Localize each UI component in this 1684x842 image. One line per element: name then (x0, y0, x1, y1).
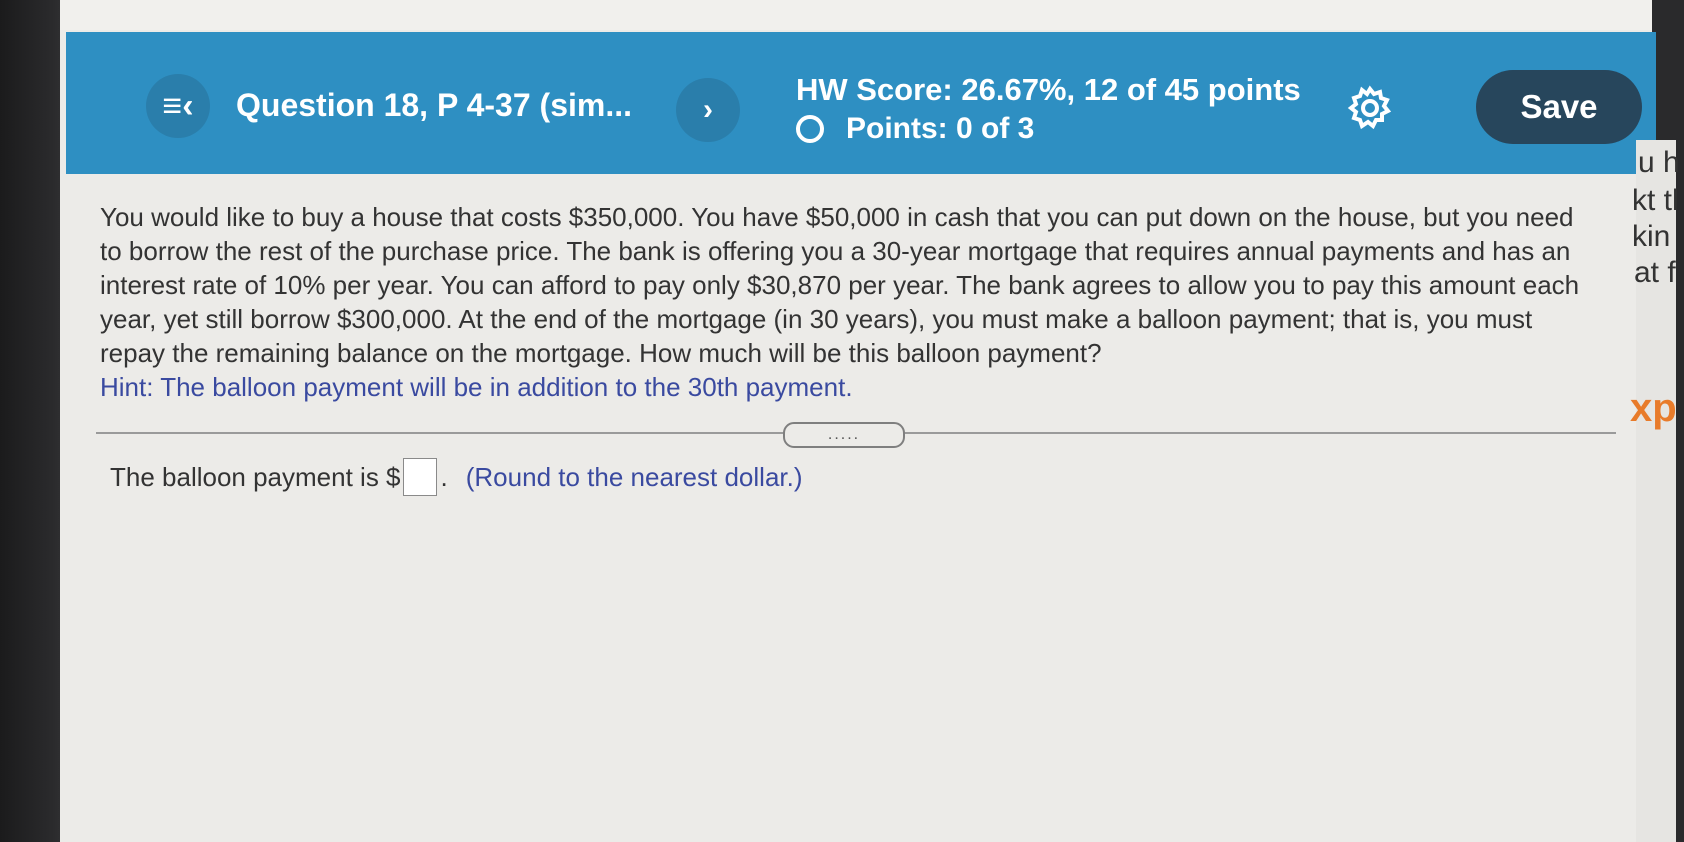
background-text-fragment: kt tl (1632, 184, 1679, 217)
question-text: You would like to buy a house that costs… (100, 202, 1580, 368)
question-title[interactable]: Question 18, P 4-37 (sim... (236, 87, 632, 124)
points-status: Points: 0 of 3 (796, 112, 1034, 146)
background-text-fragment: u h (1638, 146, 1680, 179)
chevron-right-icon: › (703, 93, 713, 126)
answer-line: The balloon payment is $ . (Round to the… (110, 458, 803, 496)
hint-text: Hint: The balloon payment will be in add… (100, 372, 853, 402)
answer-prefix: The balloon payment is $ (110, 461, 401, 492)
background-text-fragment: at f (1634, 256, 1676, 289)
divider-resize-handle[interactable]: ..... (783, 422, 905, 448)
list-collapse-icon: ≡‹ (162, 86, 194, 125)
background-text-fragment: xp (1630, 386, 1677, 430)
settings-button[interactable] (1346, 84, 1394, 132)
next-question-button[interactable]: › (676, 78, 740, 142)
top-strip (60, 0, 1652, 30)
browser-viewport: ≡‹ Question 18, P 4-37 (sim... › HW Scor… (60, 0, 1680, 842)
background-text-fragment: kin (1632, 220, 1671, 253)
status-circle-icon (796, 115, 824, 143)
question-body: You would like to buy a house that costs… (100, 200, 1640, 404)
question-header: ≡‹ Question 18, P 4-37 (sim... › HW Scor… (66, 32, 1656, 174)
balloon-payment-input[interactable] (402, 458, 437, 496)
answer-suffix: . (440, 461, 448, 492)
gear-icon (1347, 85, 1392, 130)
points-text: Points: 0 of 3 (846, 112, 1035, 145)
background-window-sliver: u h kt tl kin at f xp (1630, 140, 1680, 842)
hw-score: HW Score: 26.67%, 12 of 45 points (796, 72, 1301, 107)
rounding-note: (Round to the nearest dollar.) (465, 461, 803, 492)
question-list-button[interactable]: ≡‹ (146, 74, 210, 138)
save-button[interactable]: Save (1476, 70, 1642, 144)
